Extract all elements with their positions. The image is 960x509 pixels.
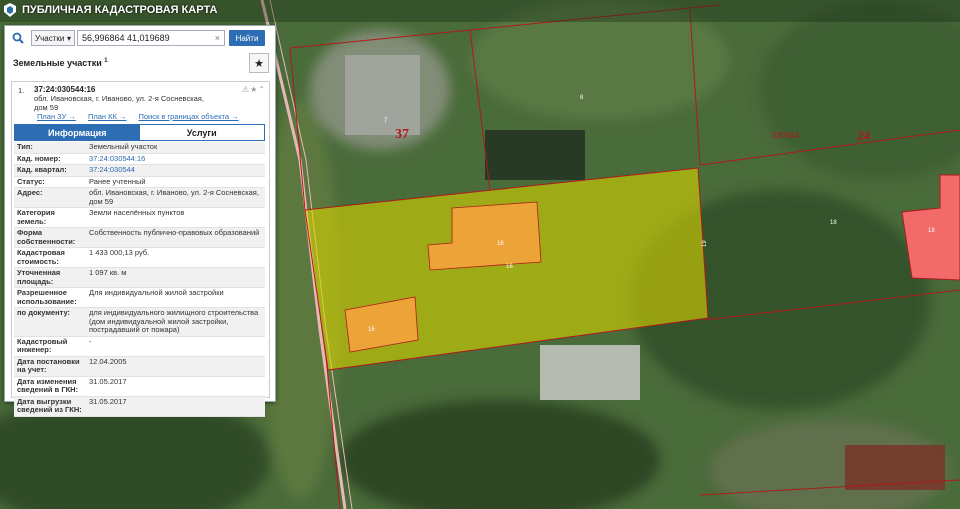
table-row: Дата изменения сведений в ГКН: 31.05.2017: [14, 377, 265, 397]
quarter-label-24: 24: [857, 128, 871, 143]
table-row: Кад. номер: 37:24:030544:16: [14, 154, 265, 165]
search-bar: Участки ▾ 56,996864 41,019689 × Найти: [5, 26, 275, 50]
table-row: Кад. квартал: 37:24:030544: [14, 165, 265, 177]
table-row: Разрешенное использование: Для индивидуал…: [14, 288, 265, 308]
search-icon[interactable]: [5, 26, 31, 50]
search-type-select[interactable]: Участки ▾: [31, 30, 75, 46]
favorite-star-icon[interactable]: ★: [249, 53, 269, 73]
table-row: Кадастровый инженер: -: [14, 337, 265, 357]
parcel-card: 1. 37:24:030544:16 обл. Ивановская, г. И…: [11, 81, 270, 417]
parcel-id[interactable]: 37:24:030544:16: [34, 85, 95, 94]
rosreestr-logo-icon: [4, 3, 16, 17]
info-tabs: Информация Услуги: [14, 124, 265, 141]
table-row: Тип: Земельный участок: [14, 142, 265, 154]
app-title: ПУБЛИЧНАЯ КАДАСТРОВАЯ КАРТА: [22, 4, 218, 16]
lot-label: 18: [928, 228, 935, 234]
lot-label: 18: [830, 220, 837, 226]
chevron-down-icon: ▾: [66, 33, 71, 43]
cad-quarter-link[interactable]: 37:24:030544: [86, 165, 265, 176]
table-row: Кадастровая стоимость: 1 433 000,13 руб.: [14, 248, 265, 268]
top-bar: ПУБЛИЧНАЯ КАДАСТРОВАЯ КАРТА: [0, 0, 960, 22]
table-row: Статус: Ранее учтенный: [14, 177, 265, 188]
roof-building: [345, 55, 420, 135]
find-button[interactable]: Найти: [229, 30, 265, 46]
roof-building: [540, 345, 640, 400]
parcel-address: обл. Ивановская, г. Иваново, ул. 2-я Сос…: [34, 94, 204, 112]
info-panel: Участки ▾ 56,996864 41,019689 × Найти Зе…: [4, 25, 276, 417]
search-input[interactable]: 56,996864 41,019689 ×: [77, 30, 225, 46]
clear-icon[interactable]: ×: [215, 33, 220, 43]
table-row: Дата выгрузки сведений из ГКН: 31.05.2017: [14, 396, 265, 417]
collapse-icon[interactable]: ⌃: [258, 85, 266, 94]
parcel-links: План ЗУ → План КК → Поиск в границах объ…: [37, 112, 239, 121]
search-in-bounds-link[interactable]: Поиск в границах объекта →: [138, 112, 238, 121]
lot-label: 16: [368, 327, 375, 333]
lot-label: 19: [702, 240, 708, 247]
lot-label: 16: [506, 264, 513, 270]
table-row: Категория земель: Земли населённых пункто…: [14, 208, 265, 228]
result-index: 1.: [18, 86, 25, 95]
brand: ПУБЛИЧНАЯ КАДАСТРОВАЯ КАРТА: [4, 3, 217, 17]
table-row: Дата постановки на учет: 12.04.2005: [14, 356, 265, 377]
results-count: 1: [104, 58, 108, 64]
plan-kk-link[interactable]: План КК →: [88, 112, 127, 121]
quarter-label-37: 37: [395, 127, 409, 142]
attribute-table: Тип: Земельный участок Кад. номер: 37:24:0…: [14, 142, 265, 417]
tab-info[interactable]: Информация: [15, 125, 140, 140]
roof-building: [485, 130, 585, 180]
card-actions: ⚠★⌃: [242, 85, 266, 94]
lot-label: 16: [497, 241, 504, 247]
tab-services[interactable]: Услуги: [140, 125, 265, 140]
table-row: Адрес: обл. Ивановская, г. Иваново, ул. 2…: [14, 188, 265, 208]
plan-zu-link[interactable]: План ЗУ →: [37, 112, 76, 121]
results-title: Земельные участки 1: [13, 58, 108, 68]
table-row: по документу: для индивидуального жилищно…: [14, 308, 265, 337]
warning-icon[interactable]: ⚠: [242, 85, 250, 94]
block-label: 030544: [772, 131, 799, 140]
table-row: Уточненная площадь: 1 097 кв. м: [14, 268, 265, 288]
table-row: Форма собственности: Собственность публич…: [14, 228, 265, 248]
cad-number-link[interactable]: 37:24:030544:16: [86, 154, 265, 165]
